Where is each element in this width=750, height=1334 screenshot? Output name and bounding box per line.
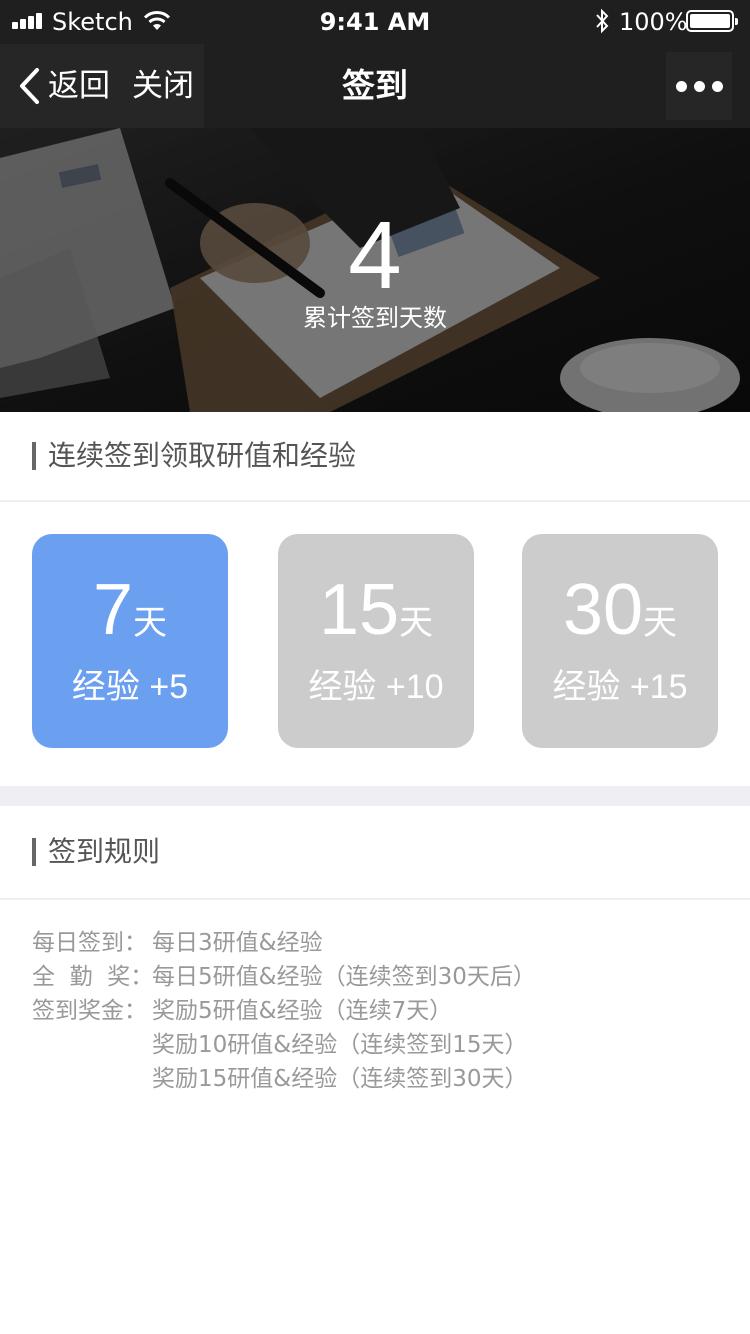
checkin-total-count: 4 <box>348 202 402 309</box>
status-bar: Sketch 9:41 AM 100% <box>0 0 750 44</box>
rule-value: 奖励15研值&经验（连续签到30天） <box>152 1066 528 1092</box>
checkin-total-label: 累计签到天数 <box>303 304 447 332</box>
rule-key: 全 勤 奖： <box>32 964 154 990</box>
rule-row: 奖励10研值&经验（连续签到15天） <box>32 1028 732 1062</box>
rule-row: 全 勤 奖： 每日5研值&经验（连续签到30天后） <box>32 960 732 994</box>
rule-key: 每日签到： <box>32 930 147 956</box>
reward-card-7-days[interactable]: 7天 经验 +5 <box>32 534 228 748</box>
battery-icon <box>686 10 738 32</box>
rule-key <box>32 1062 152 1096</box>
section-divider <box>0 786 750 806</box>
rules-section-header: 签到规则 <box>0 806 750 900</box>
more-options-button[interactable] <box>666 52 732 120</box>
card-days-unit: 天 <box>643 603 678 643</box>
card-days-number: 30 <box>562 570 644 650</box>
back-button[interactable]: 返回 <box>18 66 110 106</box>
rule-value: 每日3研值&经验 <box>152 930 323 956</box>
card-days-unit: 天 <box>399 603 434 643</box>
rule-row: 奖励15研值&经验（连续签到30天） <box>32 1062 732 1096</box>
back-label: 返回 <box>48 68 110 104</box>
streak-section-header: 连续签到领取研值和经验 <box>0 412 750 502</box>
section-accent-bar <box>32 838 36 866</box>
card-days: 30天 <box>522 572 718 648</box>
rule-value: 奖励10研值&经验（连续签到15天） <box>152 1032 528 1058</box>
card-reward: 经验 +5 <box>71 668 189 706</box>
hero-banner: 4 累计签到天数 <box>0 128 750 412</box>
rule-key: 签到奖金： <box>32 998 147 1024</box>
battery-percent: 100% <box>619 8 688 36</box>
streak-section-title: 连续签到领取研值和经验 <box>48 439 357 472</box>
rule-value: 奖励5研值&经验（连续7天） <box>152 998 453 1024</box>
rules-section-title: 签到规则 <box>48 835 161 868</box>
rule-row: 每日签到： 每日3研值&经验 <box>32 926 732 960</box>
rule-key <box>32 1028 152 1062</box>
more-dot-icon <box>693 80 705 92</box>
more-dot-icon <box>711 80 723 92</box>
card-reward: 经验 +15 <box>552 668 688 706</box>
bluetooth-icon <box>596 8 609 34</box>
rule-value: 每日5研值&经验（连续签到30天后） <box>152 964 536 990</box>
rule-row: 签到奖金： 奖励5研值&经验（连续7天） <box>32 994 732 1028</box>
card-days-unit: 天 <box>133 603 168 643</box>
reward-card-15-days[interactable]: 15天 经验 +10 <box>278 534 474 748</box>
card-days: 7天 <box>32 572 228 648</box>
card-days: 15天 <box>278 572 474 648</box>
card-days-number: 15 <box>318 570 400 650</box>
section-accent-bar <box>32 442 36 470</box>
close-button[interactable]: 关闭 <box>132 66 194 106</box>
card-days-number: 7 <box>92 570 134 650</box>
rules-list: 每日签到： 每日3研值&经验 全 勤 奖： 每日5研值&经验（连续签到30天后）… <box>32 926 732 1096</box>
reward-cards: 7天 经验 +5 15天 经验 +10 30天 经验 +15 <box>0 502 750 786</box>
more-dot-icon <box>675 80 687 92</box>
nav-bar: 返回 关闭 签到 <box>0 44 750 128</box>
chevron-left-icon <box>20 68 39 104</box>
reward-card-30-days[interactable]: 30天 经验 +15 <box>522 534 718 748</box>
card-reward: 经验 +10 <box>308 668 444 706</box>
